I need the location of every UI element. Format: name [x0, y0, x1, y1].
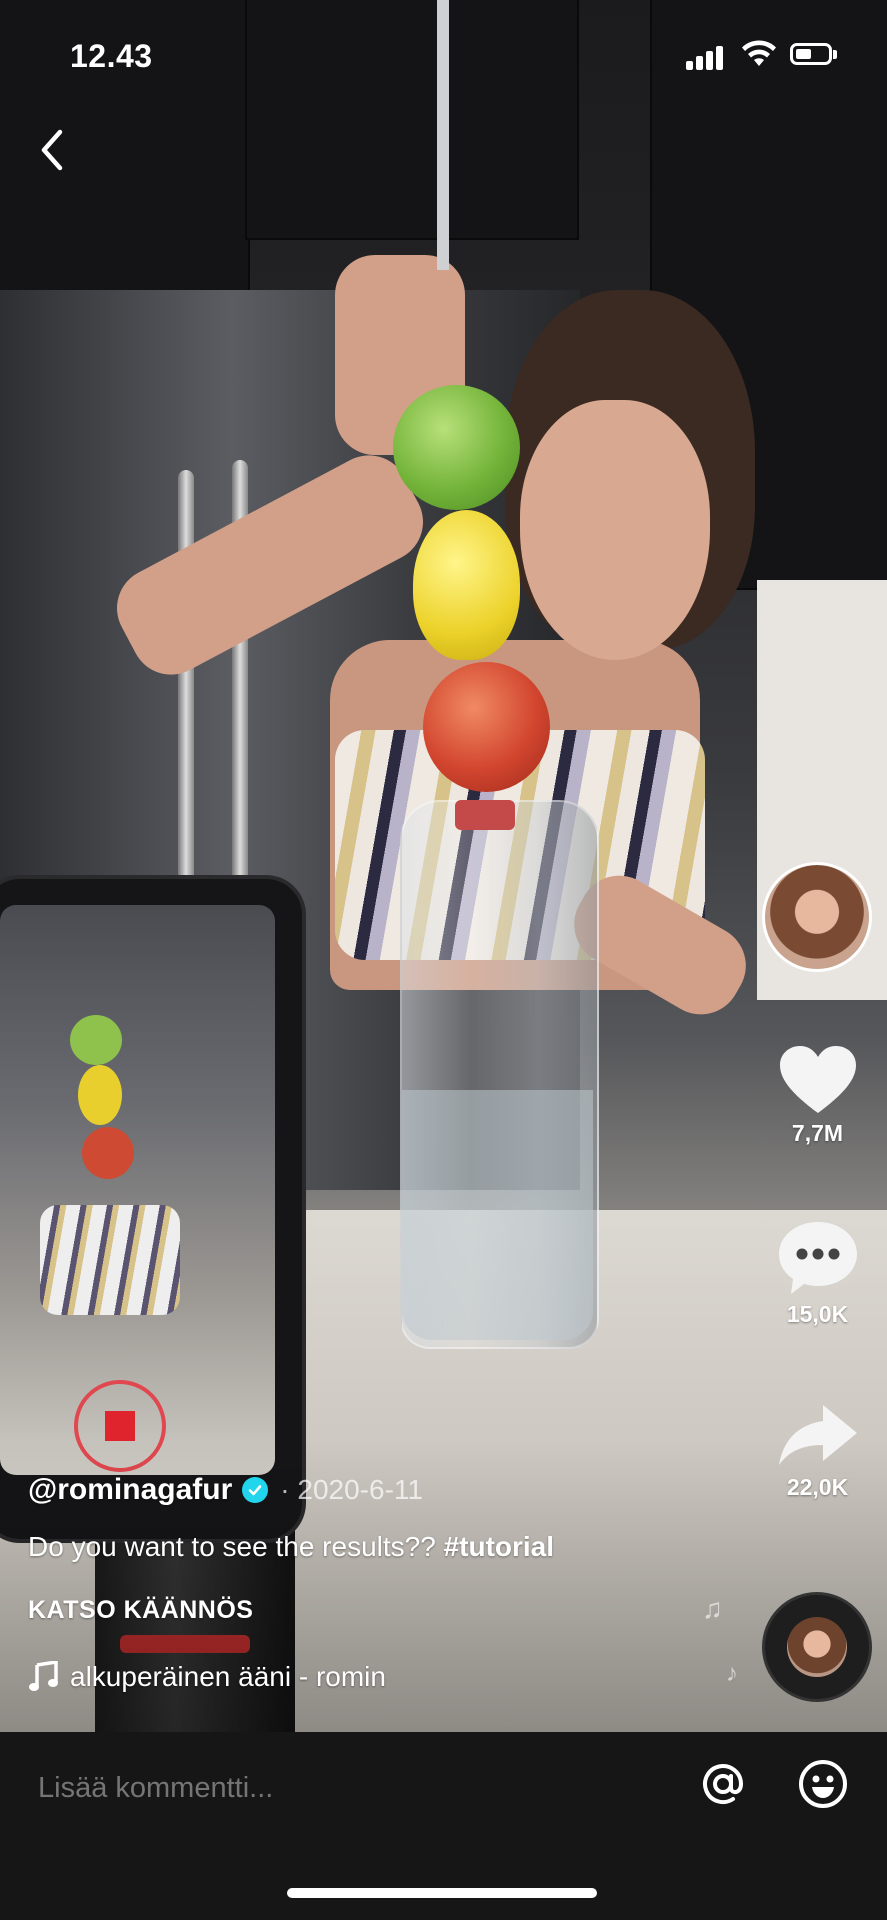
share-arrow-icon [778, 1405, 857, 1465]
username-link[interactable]: @rominagafur [28, 1473, 232, 1507]
like-button[interactable]: 7,7M [760, 1045, 875, 1147]
person-face [520, 400, 710, 660]
battery-level [796, 49, 811, 59]
green-apple [70, 1015, 122, 1065]
record-stop-square [105, 1411, 135, 1441]
share-button[interactable]: 22,0K [760, 1403, 875, 1501]
red-apple [82, 1127, 134, 1179]
hashtag-link[interactable]: #tutorial [444, 1531, 554, 1562]
bottle-water [402, 1090, 593, 1340]
status-bar: 12.43 [0, 0, 887, 110]
status-time: 12.43 [70, 38, 153, 74]
post-date: · 2020-6-11 [280, 1474, 423, 1505]
battery-tip [833, 50, 837, 59]
comment-count: 15,0K [786, 1301, 849, 1327]
like-count: 7,7M [791, 1120, 844, 1146]
post-header: @rominagafur · 2020-6-11 [28, 1468, 423, 1512]
wifi-icon [742, 40, 776, 66]
heart-icon [779, 1046, 856, 1113]
sound-disc-cover [787, 1617, 847, 1677]
see-translation-button[interactable]: KATSO KÄÄNNÖS [28, 1596, 253, 1625]
lemon [78, 1065, 122, 1125]
cellular-signal-icon [686, 44, 730, 70]
caption-text: Do you want to see the results?? [28, 1531, 444, 1562]
post-caption: Do you want to see the results?? #tutori… [28, 1531, 554, 1563]
emoji-smile-icon[interactable] [797, 1758, 849, 1810]
floating-music-note-icon: ♫ [702, 1593, 723, 1624]
green-apple [393, 385, 520, 510]
sound-name: alkuperäinen ääni - romin [70, 1661, 386, 1692]
share-count: 22,0K [786, 1474, 849, 1500]
comment-button[interactable]: 15,0K [760, 1220, 875, 1328]
fridge-handle [178, 470, 194, 890]
battery-icon [790, 43, 832, 65]
profile-avatar[interactable] [762, 862, 872, 972]
music-note-icon [29, 1661, 58, 1691]
striped-top [40, 1205, 180, 1315]
bottle-cap [455, 800, 515, 830]
verified-badge-icon [242, 1477, 269, 1503]
floating-music-note-icon: ♪ [726, 1660, 738, 1687]
red-apple [423, 662, 550, 792]
video-screen: 12.43 7,7M 15,0K 22,0K @rominagafur · 20… [0, 0, 887, 1920]
chevron-left-icon[interactable] [30, 120, 74, 180]
at-sign-icon[interactable] [697, 1758, 749, 1810]
comment-bubble-icon [778, 1222, 857, 1294]
home-indicator [287, 1888, 597, 1898]
sound-link[interactable]: alkuperäinen ääni - romin [28, 1657, 386, 1697]
comment-input[interactable] [38, 1768, 638, 1808]
lemon [413, 510, 520, 660]
